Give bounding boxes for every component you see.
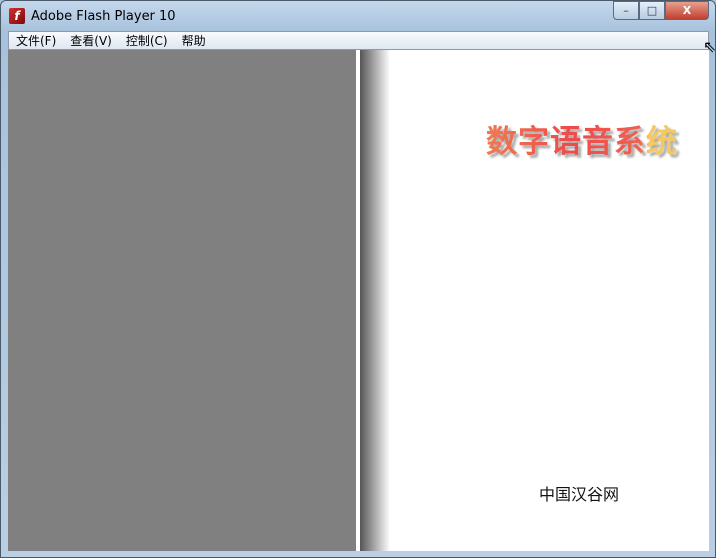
menu-view[interactable]: 查看(V) (63, 32, 119, 49)
window-controls: – □ X (613, 1, 709, 20)
minimize-button[interactable]: – (613, 1, 639, 20)
mouse-cursor-icon: ⇖ (703, 37, 716, 56)
left-page[interactable] (8, 50, 356, 551)
title-bar: f Adobe Flash Player 10 (9, 7, 176, 25)
menu-file[interactable]: 文件(F) (9, 32, 63, 49)
flash-icon: f (9, 8, 25, 24)
menu-bar: 文件(F) 查看(V) 控制(C) 帮助 (8, 31, 709, 50)
flash-stage[interactable]: 数字语音系统 中国汉谷网 (8, 50, 709, 551)
maximize-button[interactable]: □ (639, 1, 665, 20)
menu-help[interactable]: 帮助 (175, 32, 213, 49)
flash-player-window: f Adobe Flash Player 10 – □ X 文件(F) 查看(V… (0, 0, 716, 558)
close-button[interactable]: X (665, 1, 709, 20)
book-title: 数字语音系统 (486, 116, 678, 161)
publisher-name: 中国汉谷网 (539, 485, 620, 504)
menu-control[interactable]: 控制(C) (119, 32, 175, 49)
window-title: Adobe Flash Player 10 (31, 8, 176, 24)
page-shadow (360, 50, 390, 551)
